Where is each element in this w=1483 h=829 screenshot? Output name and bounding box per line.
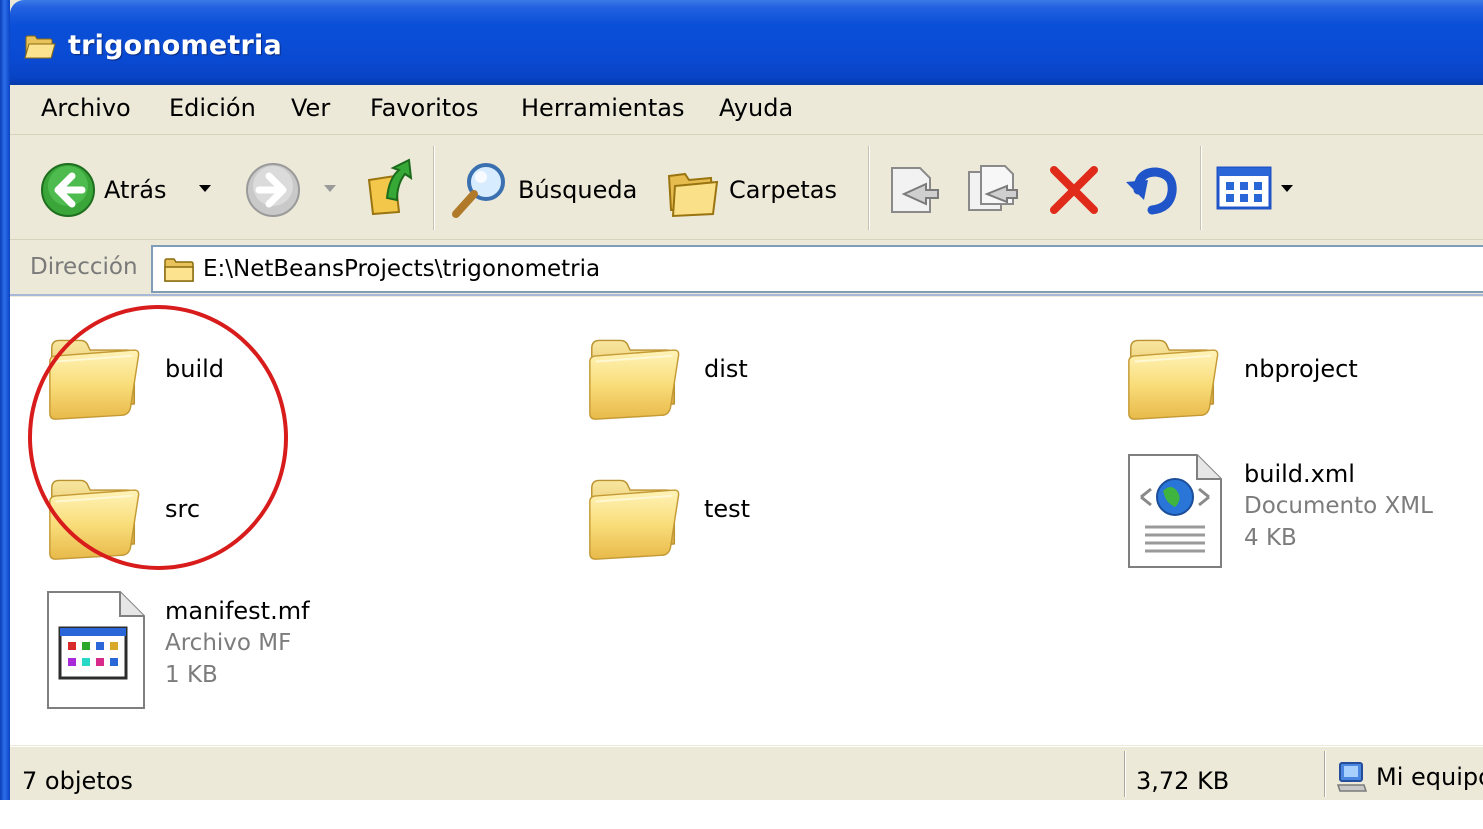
menu-edicion[interactable]: Edición — [169, 94, 256, 122]
address-bar: Dirección E:\NetBeansProjects\trigonomet… — [10, 241, 1483, 296]
search-button[interactable]: Búsqueda — [450, 160, 637, 220]
views-icon — [1216, 166, 1272, 210]
menu-archivo[interactable]: Archivo — [41, 94, 131, 122]
address-field[interactable]: E:\NetBeansProjects\trigonometria — [151, 245, 1483, 293]
back-button[interactable]: Atrás — [40, 162, 166, 218]
menu-bar: Archivo Edición Ver Favoritos Herramient… — [10, 85, 1483, 135]
file-name: nbproject — [1244, 355, 1358, 383]
status-bar: 7 objetos 3,72 KB Mi equipo — [10, 746, 1483, 800]
back-arrow-icon — [41, 163, 95, 217]
address-label: Dirección — [30, 254, 138, 280]
file-name: test — [704, 495, 751, 523]
explorer-window: trigonometria Archivo Edición Ver Favori… — [0, 0, 1483, 829]
file-size: 4 KB — [1244, 525, 1297, 551]
menu-herramientas[interactable]: Herramientas — [521, 94, 684, 122]
cropped-caption-strip — [0, 800, 1483, 829]
window-title: trigonometria — [68, 30, 282, 61]
toolbar-separator — [433, 146, 435, 230]
xml-document-icon — [1128, 454, 1222, 568]
copy-to-button[interactable] — [965, 160, 1023, 218]
menu-favoritos[interactable]: Favoritos — [370, 94, 478, 122]
folder-icon — [586, 327, 682, 423]
folder-icon — [1125, 327, 1221, 423]
views-dropdown-arrow[interactable] — [1281, 185, 1293, 192]
file-name: manifest.mf — [165, 597, 310, 625]
folders-icon — [667, 172, 719, 218]
folder-icon — [164, 258, 194, 282]
search-label: Búsqueda — [518, 176, 638, 204]
address-path: E:\NetBeansProjects\trigonometria — [203, 256, 601, 282]
undo-arrow-icon — [1126, 167, 1177, 215]
delete-x-icon — [1050, 166, 1098, 214]
status-zone: Mi equipo — [1336, 761, 1483, 793]
toolbar-separator — [1200, 146, 1202, 230]
undo-button[interactable] — [1124, 162, 1180, 218]
status-separator — [1324, 751, 1326, 797]
back-label: Atrás — [104, 176, 167, 204]
search-magnifier-icon — [452, 163, 505, 218]
folders-label: Carpetas — [729, 176, 837, 204]
move-to-icon — [891, 167, 939, 213]
menu-ver[interactable]: Ver — [291, 94, 330, 122]
folder-open-icon — [24, 35, 56, 59]
toolbar: Atrás Búsqueda Carpetas — [10, 136, 1483, 240]
move-to-button[interactable] — [886, 160, 944, 218]
status-separator — [1124, 751, 1126, 797]
toolbar-separator — [868, 146, 870, 230]
mf-file-icon — [47, 591, 145, 709]
file-name: dist — [704, 355, 748, 383]
folders-button[interactable]: Carpetas — [665, 162, 837, 218]
status-object-count: 7 objetos — [22, 767, 133, 795]
views-button[interactable] — [1216, 164, 1272, 212]
window-frame — [0, 0, 10, 829]
file-name: build.xml — [1244, 460, 1355, 488]
title-bar[interactable]: trigonometria — [10, 0, 1483, 85]
file-size: 1 KB — [165, 662, 218, 688]
status-zone-label: Mi equipo — [1376, 763, 1483, 791]
delete-button[interactable] — [1046, 162, 1102, 218]
copy-to-icon — [968, 165, 1018, 211]
menu-ayuda[interactable]: Ayuda — [719, 94, 793, 122]
up-folder-button[interactable] — [365, 158, 417, 216]
forward-button[interactable] — [245, 162, 301, 218]
back-dropdown-arrow[interactable] — [199, 185, 211, 192]
forward-dropdown-arrow[interactable] — [324, 185, 336, 192]
forward-arrow-icon — [246, 163, 300, 217]
status-total-size: 3,72 KB — [1136, 767, 1230, 795]
folder-icon — [586, 467, 682, 563]
file-type: Archivo MF — [165, 630, 292, 656]
up-folder-icon — [367, 158, 413, 216]
file-type: Documento XML — [1244, 493, 1433, 519]
my-computer-icon — [1336, 762, 1368, 792]
